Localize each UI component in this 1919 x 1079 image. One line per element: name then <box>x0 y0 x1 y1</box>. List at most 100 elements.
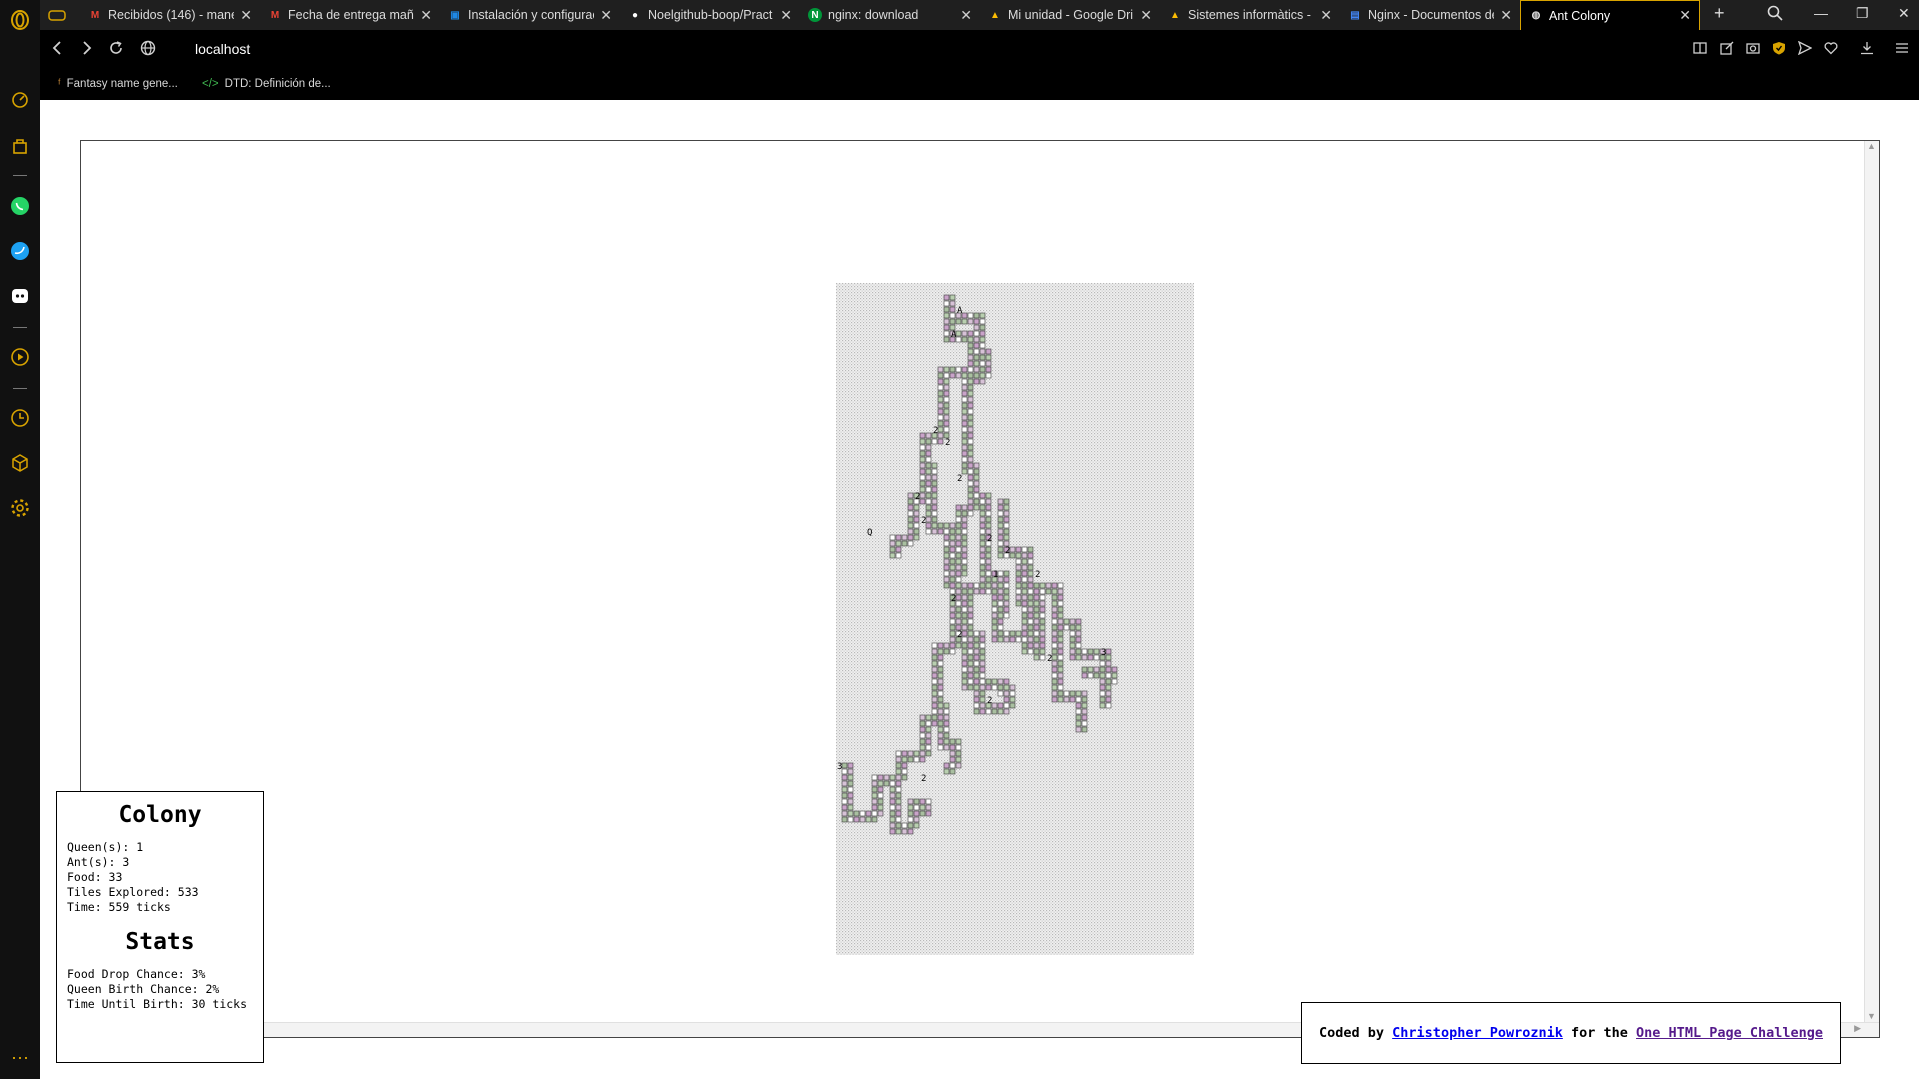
explored-tile <box>973 330 980 337</box>
explored-tile <box>1081 696 1088 703</box>
easy-setup-menu-icon[interactable] <box>1895 41 1909 58</box>
author-link[interactable]: Christopher Powroznik <box>1392 1025 1563 1041</box>
snapshot-camera-icon[interactable] <box>1746 41 1760 58</box>
edit-page-icon[interactable] <box>1720 41 1734 58</box>
explored-tile <box>895 750 902 757</box>
explored-tile <box>907 798 914 805</box>
opera-logo-icon[interactable] <box>8 8 32 32</box>
unexplored-terrain <box>836 283 1194 955</box>
close-tab-icon[interactable]: ✕ <box>420 7 432 24</box>
tab-3[interactable]: ▣ Instalación y configurac ✕ <box>440 0 620 30</box>
minimize-button[interactable]: — <box>1814 5 1828 21</box>
explored-tile <box>919 486 926 493</box>
explored-tile <box>949 750 956 757</box>
url-field[interactable]: localhost <box>195 41 250 57</box>
explored-tile <box>961 612 968 619</box>
explored-tile <box>991 684 998 691</box>
explored-tile <box>1021 594 1028 601</box>
explored-tile <box>1105 654 1112 661</box>
close-tab-icon[interactable]: ✕ <box>780 7 792 24</box>
tab-9[interactable]: ◍ Ant Colony ✕ <box>1520 0 1700 30</box>
scroll-down-icon[interactable]: ▼ <box>1867 1011 1876 1021</box>
explored-tile <box>949 618 956 625</box>
history-icon[interactable] <box>8 406 32 430</box>
twitter-icon[interactable] <box>8 239 32 263</box>
new-tab-button[interactable]: + <box>1714 3 1725 24</box>
close-tab-icon[interactable]: ✕ <box>1500 7 1512 24</box>
challenge-link[interactable]: One HTML Page Challenge <box>1636 1025 1823 1041</box>
explored-tile <box>985 516 992 523</box>
scroll-up-icon[interactable]: ▲ <box>1867 141 1876 151</box>
settings-gear-icon[interactable] <box>8 496 32 520</box>
scroll-right-icon[interactable]: ▶ <box>1854 1023 1861 1034</box>
close-window-button[interactable]: ✕ <box>1898 5 1910 22</box>
explored-tile <box>1051 618 1058 625</box>
discord-icon[interactable] <box>8 284 32 308</box>
shopping-bag-icon[interactable] <box>8 134 32 158</box>
close-tab-icon[interactable]: ✕ <box>1140 7 1152 24</box>
back-icon[interactable] <box>50 40 64 61</box>
tab-7[interactable]: ▲ Sistemes informàtics - G ✕ <box>1160 0 1340 30</box>
send-icon[interactable] <box>1797 40 1813 58</box>
restore-button[interactable]: ❐ <box>1856 5 1869 22</box>
credit-panel: Coded by Christopher Powroznik for the O… <box>1301 1002 1841 1064</box>
tab-title: Fecha de entrega maña <box>288 8 415 22</box>
food-drop-chance: Food Drop Chance: 3% <box>67 967 206 981</box>
more-options-icon[interactable]: ⋯ <box>8 1046 32 1070</box>
close-tab-icon[interactable]: ✕ <box>240 7 252 24</box>
workspaces-icon[interactable] <box>40 0 78 30</box>
close-tab-icon[interactable]: ✕ <box>600 7 612 24</box>
downloads-icon[interactable] <box>1860 41 1874 58</box>
explored-tile <box>943 408 950 415</box>
explored-tile <box>1081 714 1088 721</box>
tab-2[interactable]: M Fecha de entrega maña ✕ <box>260 0 440 30</box>
explored-tile <box>973 684 980 691</box>
explored-tile <box>973 660 980 667</box>
tab-8[interactable]: ▤ Nginx - Documentos de ✕ <box>1340 0 1520 30</box>
bookmark-heart-icon[interactable] <box>1824 41 1838 58</box>
tab-search-icon[interactable] <box>1767 5 1783 24</box>
explored-tile <box>985 372 992 379</box>
tab-1[interactable]: M Recibidos (146) - manel ✕ <box>80 0 260 30</box>
tab-6[interactable]: ▲ Mi unidad - Google Dri ✕ <box>980 0 1160 30</box>
explored-tile <box>937 426 944 433</box>
whatsapp-icon[interactable] <box>8 194 32 218</box>
explored-tile <box>973 312 980 319</box>
bookmark-fantasy-name[interactable]: ᶠ Fantasy name gene... <box>58 78 178 90</box>
reload-icon[interactable] <box>108 40 124 61</box>
credit-middle: for the <box>1571 1025 1628 1041</box>
vertical-scrollbar[interactable]: ▲ ▼ <box>1864 141 1879 1037</box>
adblock-shield-icon[interactable] <box>1772 41 1786 58</box>
forward-icon[interactable] <box>80 40 94 61</box>
extensions-cube-icon[interactable] <box>8 451 32 475</box>
explored-tile <box>997 690 1004 697</box>
close-tab-icon[interactable]: ✕ <box>1679 7 1691 24</box>
site-info-globe-icon[interactable] <box>140 40 156 61</box>
explored-tile <box>937 522 944 529</box>
explored-tile <box>949 570 956 577</box>
speed-dial-icon[interactable] <box>8 88 32 112</box>
explored-tile <box>907 516 914 523</box>
explored-tile <box>895 540 902 547</box>
explored-tile <box>847 792 854 799</box>
explored-tile <box>955 606 962 613</box>
explored-tile <box>901 762 908 769</box>
player-icon[interactable] <box>8 345 32 369</box>
explored-tile <box>1003 612 1010 619</box>
tab-title: Mi unidad - Google Dri <box>1008 8 1134 22</box>
reader-mode-icon[interactable] <box>1693 41 1707 58</box>
close-tab-icon[interactable]: ✕ <box>1320 7 1332 24</box>
explored-tile <box>961 378 968 385</box>
explored-tile <box>913 804 920 811</box>
explored-tile <box>931 678 938 685</box>
explored-tile <box>943 552 950 559</box>
close-tab-icon[interactable]: ✕ <box>960 7 972 24</box>
explored-tile <box>979 522 986 529</box>
explored-tile <box>949 558 956 565</box>
explored-tile <box>997 552 1004 559</box>
tab-4[interactable]: ● Noelgithub-boop/Pract ✕ <box>620 0 800 30</box>
bookmark-dtd[interactable]: </> DTD: Definición de... <box>202 78 331 90</box>
tab-5[interactable]: Nnginx: download ✕ <box>800 0 980 30</box>
explored-tile <box>943 522 950 529</box>
explored-tile <box>895 774 902 781</box>
